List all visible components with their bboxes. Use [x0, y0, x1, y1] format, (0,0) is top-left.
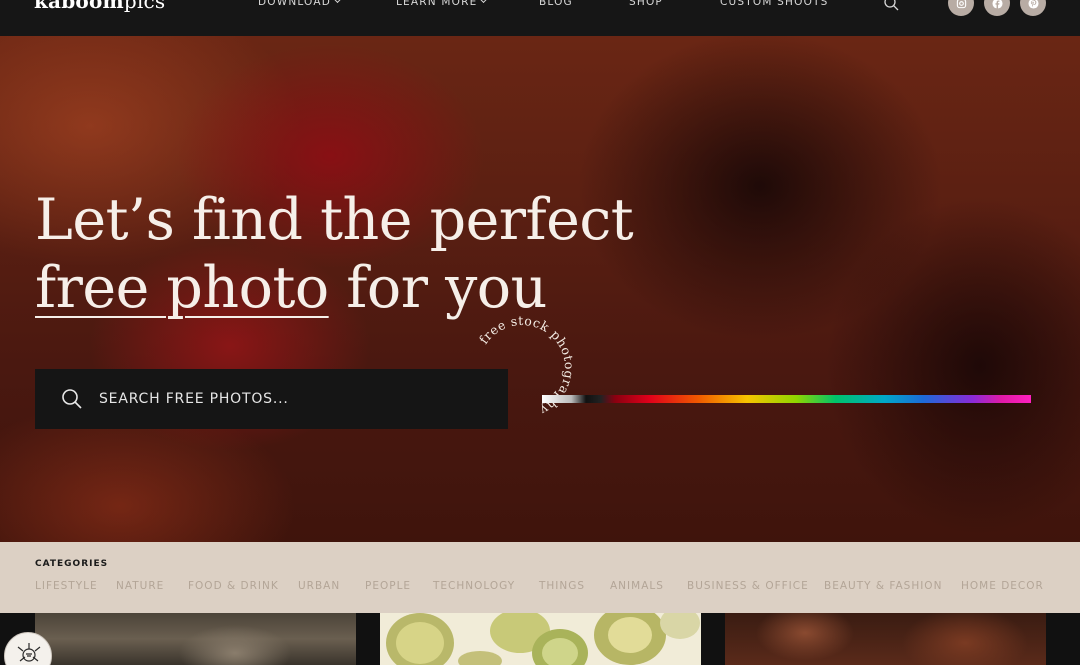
search-input[interactable] — [99, 381, 479, 417]
instagram-icon[interactable] — [948, 0, 974, 16]
photo-thumbnail[interactable] — [380, 613, 701, 665]
nav-shop-label: SHOP — [629, 0, 663, 8]
photo-grid — [0, 613, 1080, 665]
nav-shop[interactable]: SHOP — [629, 0, 663, 9]
category-technology[interactable]: TECHNOLOGY — [433, 580, 515, 592]
hero-section: Let’s find the perfect free photo for yo… — [0, 36, 1080, 542]
site-logo[interactable]: kaboompics — [34, 0, 165, 12]
category-animals[interactable]: ANIMALS — [610, 580, 664, 592]
hero-headline-underlined: free photo — [35, 255, 329, 321]
nav-download[interactable]: DOWNLOAD — [258, 0, 342, 9]
citrus-slices-image — [386, 613, 700, 665]
category-home-decor[interactable]: HOME DECOR — [961, 580, 1044, 592]
category-business-office[interactable]: BUSINESS & OFFICE — [687, 580, 809, 592]
category-people[interactable]: PEOPLE — [365, 580, 411, 592]
free-stock-photography-badge: free stock photography — [476, 313, 577, 419]
hero-headline: Let’s find the perfect free photo for yo… — [35, 186, 634, 322]
category-urban[interactable]: URBAN — [298, 580, 340, 592]
category-lifestyle[interactable]: LIFESTYLE — [35, 580, 98, 592]
pinterest-icon[interactable] — [1020, 0, 1046, 16]
categories-bar: CATEGORIES LIFESTYLE NATURE FOOD & DRINK… — [0, 542, 1080, 613]
search-icon[interactable] — [883, 0, 901, 11]
photo-thumbnail[interactable] — [35, 613, 356, 665]
facebook-icon[interactable] — [984, 0, 1010, 16]
search-icon — [62, 389, 82, 409]
category-things[interactable]: THINGS — [539, 580, 585, 592]
rainbow-gradient-bar — [542, 395, 1031, 403]
help-icon — [17, 643, 41, 662]
chevron-down-icon — [333, 0, 342, 4]
nav-learn-more-label: LEARN MORE — [396, 0, 478, 8]
nav-custom-shoots-label: CUSTOM SHOOTS — [720, 0, 829, 8]
category-nature[interactable]: NATURE — [116, 580, 164, 592]
top-navbar: kaboompics DOWNLOAD LEARN MORE BLOG SHOP… — [0, 0, 1080, 36]
hero-headline-line1: Let’s find the perfect — [35, 187, 634, 253]
category-beauty-fashion[interactable]: BEAUTY & FASHION — [824, 580, 942, 592]
nav-custom-shoots[interactable]: CUSTOM SHOOTS — [720, 0, 829, 9]
chevron-down-icon — [480, 0, 488, 4]
photo-thumbnail[interactable] — [725, 613, 1046, 665]
logo-light-text: pics — [123, 0, 166, 13]
nav-blog-label: BLOG — [539, 0, 573, 8]
nav-blog[interactable]: BLOG — [539, 0, 573, 9]
hero-search-bar[interactable] — [35, 369, 508, 429]
categories-title: CATEGORIES — [35, 559, 109, 569]
nav-learn-more[interactable]: LEARN MORE — [396, 0, 488, 9]
nav-download-label: DOWNLOAD — [258, 0, 332, 8]
logo-bold-text: kaboom — [34, 0, 124, 13]
category-food-drink[interactable]: FOOD & DRINK — [188, 580, 279, 592]
